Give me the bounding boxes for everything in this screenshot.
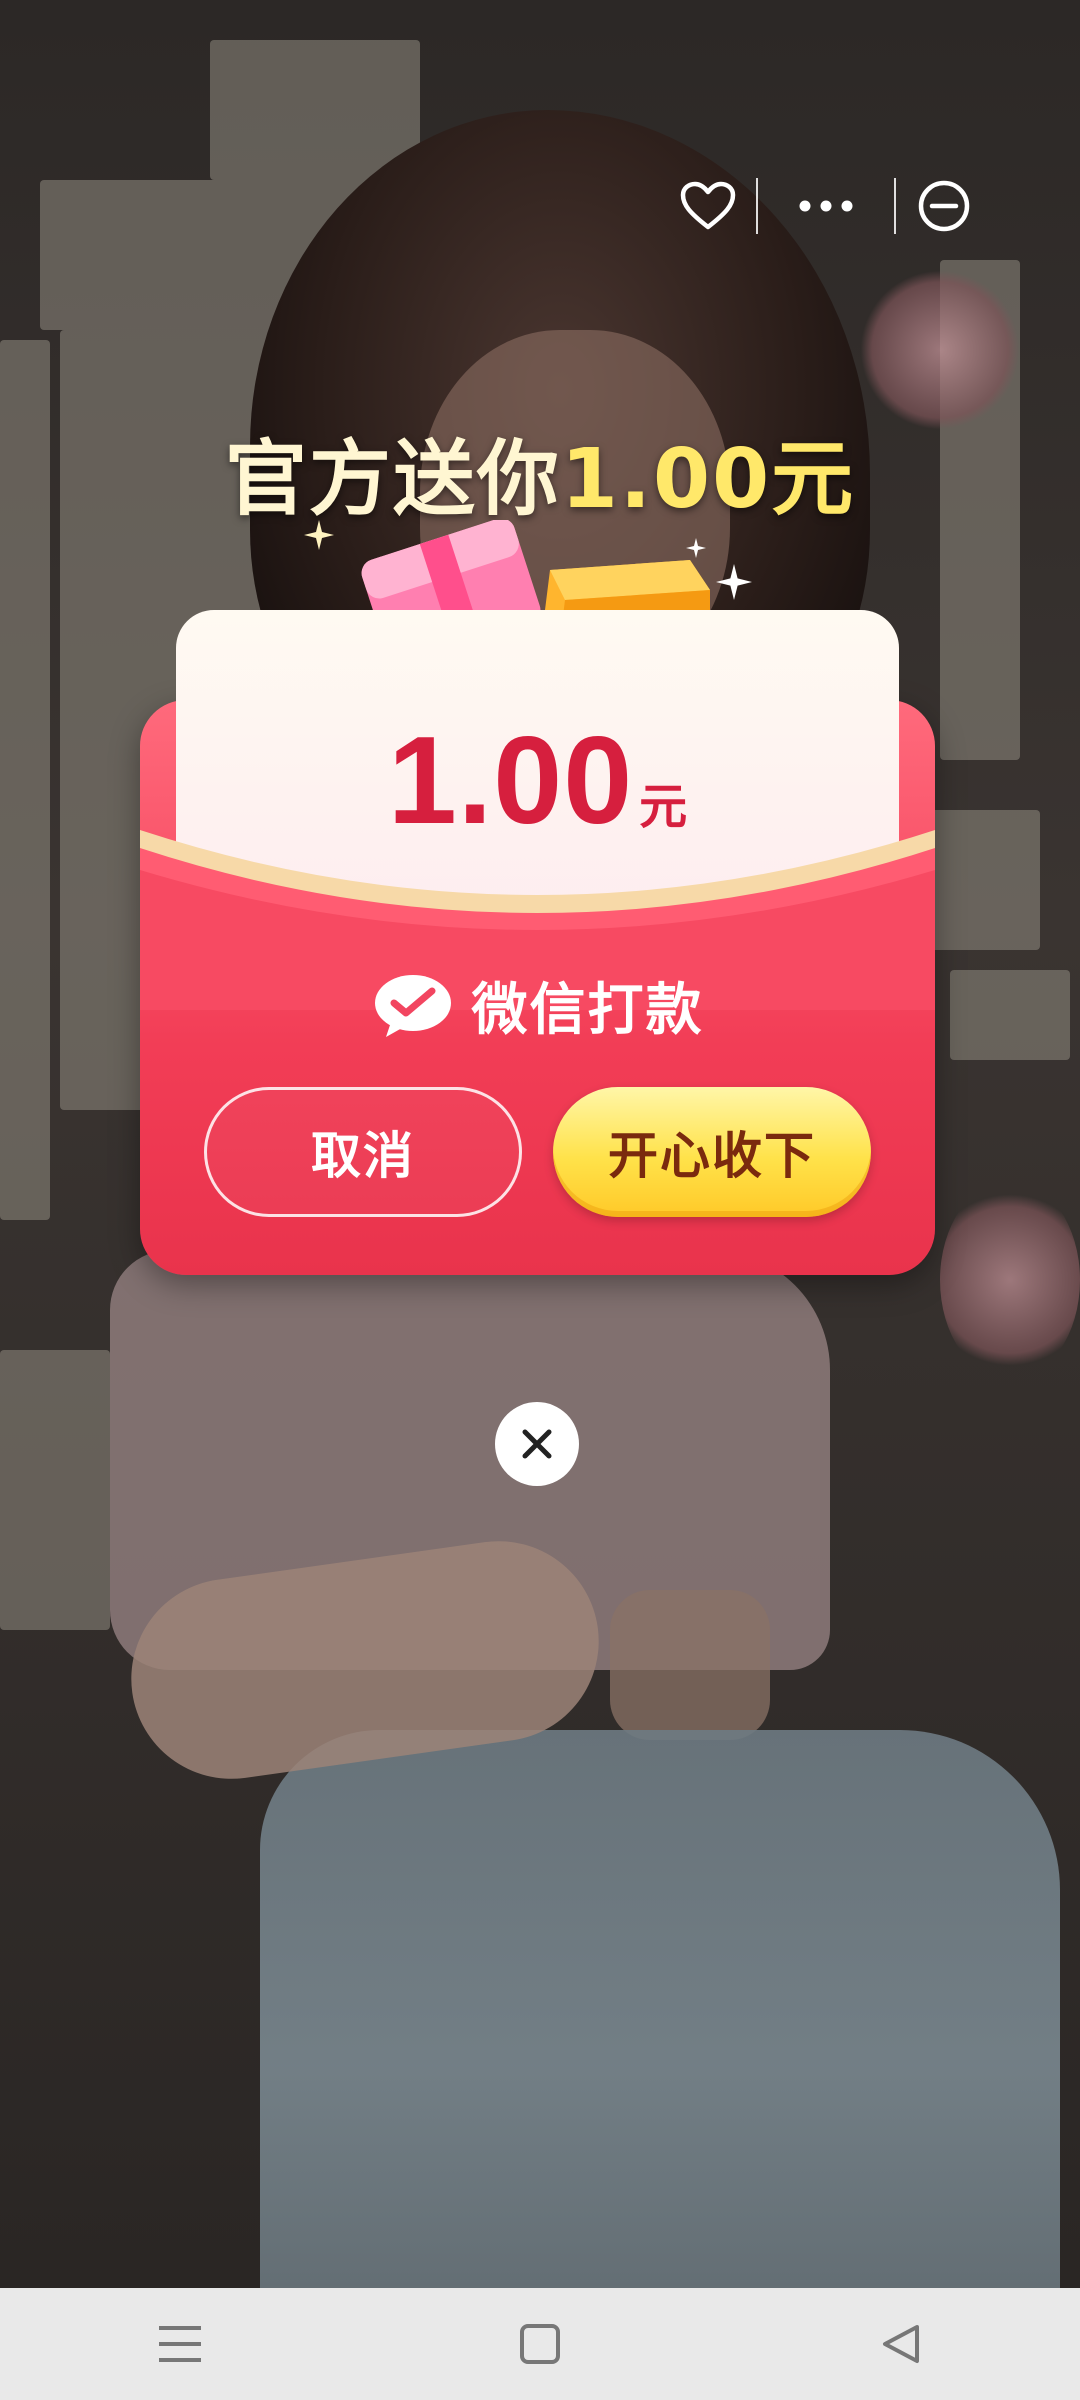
top-actions <box>660 168 1020 244</box>
heart-icon <box>680 181 736 230</box>
payment-method: 微信打款 <box>140 965 935 1046</box>
popup-title: 官方送你1.00元 <box>0 412 1080 531</box>
nav-home-button[interactable] <box>460 2288 620 2400</box>
nav-back-button[interactable] <box>820 2288 980 2400</box>
minus-circle-icon <box>918 180 970 232</box>
system-nav-bar <box>0 2288 1080 2400</box>
red-envelope-card: 1.00 元 微信打款 取消 开心收下 <box>140 610 935 1275</box>
more-button[interactable] <box>758 168 894 244</box>
close-icon <box>522 1429 552 1459</box>
payment-label: 微信打款 <box>471 978 704 1043</box>
home-square-icon <box>520 2324 560 2364</box>
menu-icon <box>159 2326 201 2362</box>
minimize-button[interactable] <box>896 168 992 244</box>
more-icon <box>799 200 853 212</box>
wechat-pay-icon <box>374 974 451 1037</box>
accept-button[interactable]: 开心收下 <box>553 1087 871 1217</box>
favorite-button[interactable] <box>660 168 756 244</box>
back-triangle-icon <box>883 2325 919 2363</box>
sparkle-icon <box>716 564 752 600</box>
close-button[interactable] <box>495 1402 579 1486</box>
nav-menu-button[interactable] <box>100 2288 260 2400</box>
title-prefix: 官方送你 <box>224 432 561 527</box>
cancel-button[interactable]: 取消 <box>204 1087 522 1217</box>
sparkle-icon <box>304 520 334 550</box>
title-amount: 1.00元 <box>560 432 856 527</box>
